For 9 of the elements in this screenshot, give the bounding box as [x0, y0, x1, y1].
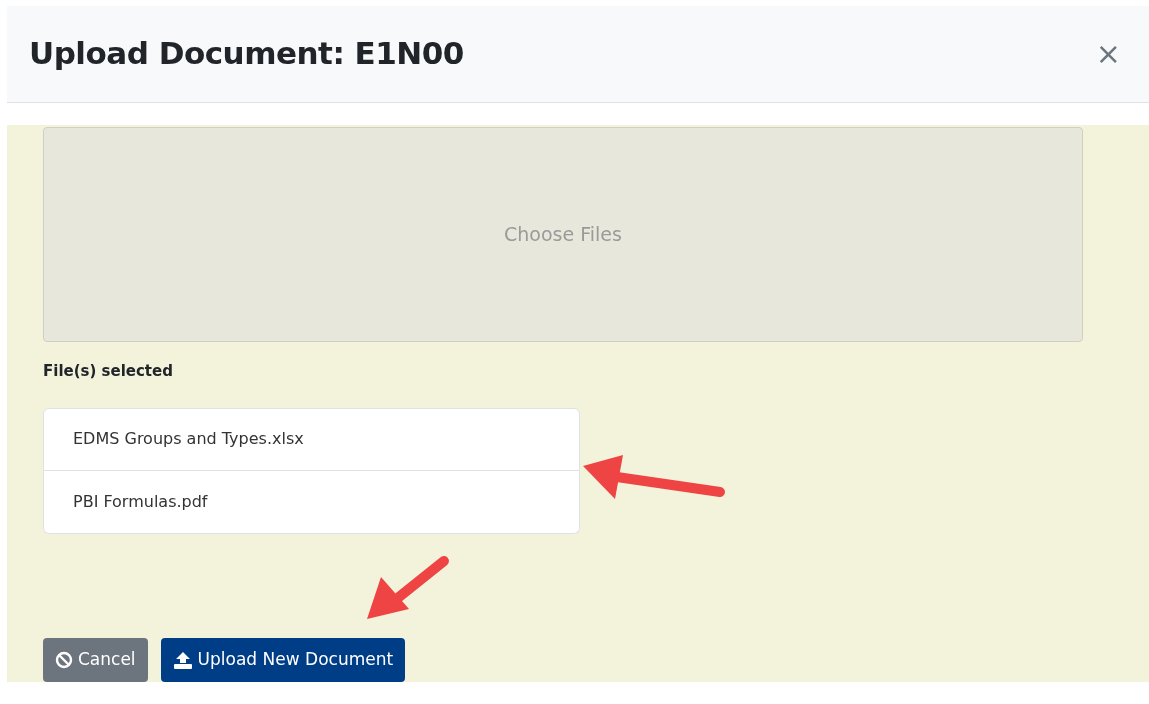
upload-button[interactable]: Upload New Document [160, 638, 406, 682]
file-list-item: PBI Formulas.pdf [43, 470, 580, 534]
cancel-button[interactable]: Cancel [43, 638, 148, 682]
dialog-title: Upload Document: E1N00 [29, 35, 464, 73]
section-heading: File(s) selected [43, 361, 174, 382]
close-button[interactable]: × [1091, 39, 1125, 69]
file-list-item: EDMS Groups and Types.xlsx [43, 407, 580, 471]
upload-icon [172, 651, 193, 669]
ban-icon [55, 651, 73, 669]
